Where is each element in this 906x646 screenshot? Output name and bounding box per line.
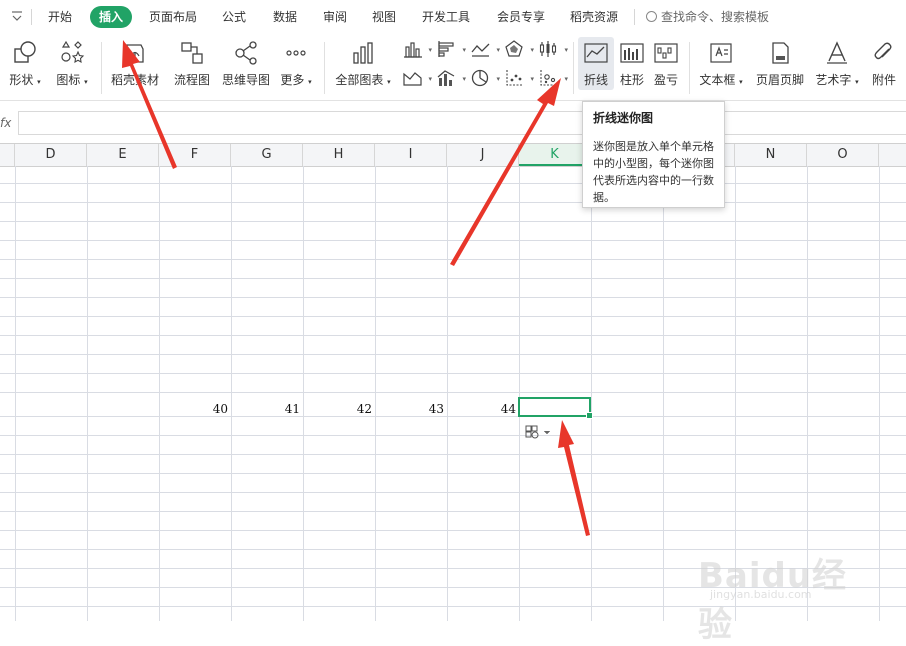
arrow-to-sparkline-button: [450, 78, 561, 266]
arrow-to-insert-tab: [122, 40, 177, 169]
arrow-to-selected-cell: [558, 420, 590, 536]
watermark-url: jingyan.baidu.com: [710, 588, 812, 601]
baidu-jingyan-watermark: Baidu经验 jingyan.baidu.com: [698, 548, 858, 645]
annotation-arrows: [122, 40, 590, 536]
